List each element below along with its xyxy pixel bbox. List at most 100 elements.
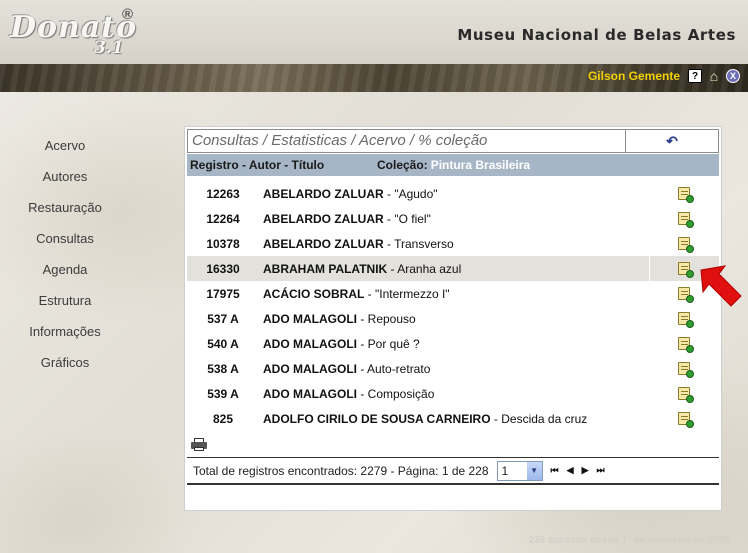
- back-icon[interactable]: ↶: [626, 130, 718, 152]
- registro-number: 537 A: [207, 311, 239, 326]
- registro-number: 10378: [206, 236, 240, 251]
- view-record-icon[interactable]: [677, 261, 694, 278]
- row-action: [649, 331, 719, 356]
- row-description: ADO MALAGOLI - Composição: [259, 387, 649, 401]
- first-page-icon[interactable]: ⏮: [551, 465, 559, 476]
- row-description: ADO MALAGOLI - Por quê ?: [259, 337, 649, 351]
- row-action: [649, 381, 719, 406]
- registro-number: 539 A: [207, 386, 239, 401]
- author-name: ABELARDO ZALUAR: [263, 186, 384, 201]
- author-name: ADO MALAGOLI: [263, 311, 357, 326]
- table-row: 12263 ABELARDO ZALUAR - "Agudo": [187, 181, 719, 206]
- sidebar-item-estrutura[interactable]: Estrutura: [0, 287, 130, 318]
- sidebar-item-agenda[interactable]: Agenda: [0, 256, 130, 287]
- work-title: - "Agudo": [383, 186, 438, 201]
- panel-title-row: Consultas / Estatisticas / Acervo / % co…: [187, 129, 719, 153]
- next-page-icon[interactable]: ▶: [582, 465, 589, 476]
- logo-version: 3.1: [94, 38, 124, 58]
- author-name: ADOLFO CIRILO DE SOUSA CARNEIRO: [263, 411, 491, 426]
- page-select-value: 1: [501, 463, 509, 478]
- logout-icon[interactable]: X: [726, 69, 740, 83]
- donato-logo: Donato ® 3.1: [10, 6, 140, 60]
- sidebar-nav: Acervo Autores Restauração Consultas Age…: [0, 132, 130, 380]
- table-row: 17975 ACÁCIO SOBRAL - "Intermezzo I": [187, 281, 719, 306]
- access-counter: 239 acessos desde 1º de fevereiro de 200…: [528, 535, 730, 546]
- work-title: - Auto-retrato: [357, 361, 431, 376]
- registro-number: 538 A: [207, 361, 239, 376]
- table-row: 16330 ABRAHAM PALATNIK - Aranha azul: [187, 256, 719, 281]
- work-title: - Aranha azul: [387, 261, 462, 276]
- author-name: ADO MALAGOLI: [263, 336, 357, 351]
- row-action: [649, 231, 719, 256]
- work-title: - "Intermezzo I": [364, 286, 450, 301]
- row-action: [649, 356, 719, 381]
- column-header: Registro - Autor - Título Coleção: Pintu…: [187, 154, 719, 176]
- view-record-icon[interactable]: [677, 411, 694, 428]
- user-area: Gilson Gemente ? ⌂ X: [588, 66, 740, 86]
- registro-number: 540 A: [207, 336, 239, 351]
- colecao-label: Coleção:: [377, 158, 428, 172]
- table-row: 538 A ADO MALAGOLI - Auto-retrato: [187, 356, 719, 381]
- page-select[interactable]: 1 ▼: [496, 460, 543, 481]
- results-list: 12263 ABELARDO ZALUAR - "Agudo" 12264 AB…: [187, 181, 719, 431]
- registro-number: 17975: [206, 286, 240, 301]
- registro-number: 825: [212, 411, 234, 426]
- work-title: - Composição: [357, 386, 435, 401]
- chevron-down-icon[interactable]: ▼: [526, 461, 542, 480]
- red-pointer-arrow-icon: [700, 265, 742, 307]
- table-row: 10378 ABELARDO ZALUAR - Transverso: [187, 231, 719, 256]
- sidebar-item-restauracao[interactable]: Restauração: [0, 194, 130, 225]
- view-record-icon[interactable]: [677, 311, 694, 328]
- table-row: 537 A ADO MALAGOLI - Repouso: [187, 306, 719, 331]
- row-description: ACÁCIO SOBRAL - "Intermezzo I": [259, 287, 649, 301]
- view-record-icon[interactable]: [677, 386, 694, 403]
- author-name: ABELARDO ZALUAR: [263, 211, 384, 226]
- row-action: [649, 206, 719, 231]
- work-title: - Por quê ?: [357, 336, 420, 351]
- author-name: ABRAHAM PALATNIK: [263, 261, 388, 276]
- author-name: ABELARDO ZALUAR: [263, 236, 384, 251]
- view-record-icon[interactable]: [677, 186, 694, 203]
- table-row: 540 A ADO MALAGOLI - Por quê ?: [187, 331, 719, 356]
- view-record-icon[interactable]: [677, 361, 694, 378]
- sidebar-item-graficos[interactable]: Gráficos: [0, 349, 130, 380]
- view-record-icon[interactable]: [677, 211, 694, 228]
- sidebar-item-consultas[interactable]: Consultas: [0, 225, 130, 256]
- work-title: - Descida da cruz: [490, 411, 588, 426]
- pagination-bar: Total de registros encontrados: 2279 - P…: [187, 457, 719, 485]
- sidebar-item-informacoes[interactable]: Informações: [0, 318, 130, 349]
- prev-page-icon[interactable]: ◀: [567, 465, 574, 476]
- last-page-icon[interactable]: ⏭: [596, 465, 604, 476]
- view-record-icon[interactable]: [677, 336, 694, 353]
- colecao-value: Pintura Brasileira: [430, 158, 531, 172]
- row-action: [649, 181, 719, 206]
- row-description: ABELARDO ZALUAR - "Agudo": [259, 187, 649, 201]
- logo-registered-mark: ®: [122, 6, 134, 23]
- table-row: 825 ADOLFO CIRILO DE SOUSA CARNEIRO - De…: [187, 406, 719, 431]
- author-name: ACÁCIO SOBRAL: [263, 286, 365, 301]
- registro-number: 16330: [206, 261, 240, 276]
- author-name: ADO MALAGOLI: [263, 361, 357, 376]
- total-records-text: Total de registros encontrados: 2279 - P…: [193, 463, 489, 478]
- sidebar-item-autores[interactable]: Autores: [0, 163, 130, 194]
- home-icon[interactable]: ⌂: [707, 68, 721, 84]
- work-title: - Repouso: [357, 311, 416, 326]
- work-title: - Transverso: [383, 236, 454, 251]
- breadcrumb: Consultas / Estatisticas / Acervo / % co…: [188, 130, 626, 152]
- printer-icon[interactable]: [191, 438, 207, 451]
- row-description: ABELARDO ZALUAR - "O fiel": [259, 212, 649, 226]
- table-row: 539 A ADO MALAGOLI - Composição: [187, 381, 719, 406]
- row-description: ABRAHAM PALATNIK - Aranha azul: [259, 262, 649, 276]
- registro-number: 12263: [206, 186, 240, 201]
- user-name[interactable]: Gilson Gemente: [588, 69, 680, 83]
- view-record-icon[interactable]: [677, 286, 694, 303]
- row-description: ADO MALAGOLI - Repouso: [259, 312, 649, 326]
- row-description: ADO MALAGOLI - Auto-retrato: [259, 362, 649, 376]
- column-header-label: Registro - Autor - Título: [190, 158, 325, 172]
- work-title: - "O fiel": [383, 211, 431, 226]
- sidebar-item-acervo[interactable]: Acervo: [0, 132, 130, 163]
- author-name: ADO MALAGOLI: [263, 386, 357, 401]
- help-icon[interactable]: ?: [688, 69, 702, 83]
- view-record-icon[interactable]: [677, 236, 694, 253]
- row-action: [649, 406, 719, 431]
